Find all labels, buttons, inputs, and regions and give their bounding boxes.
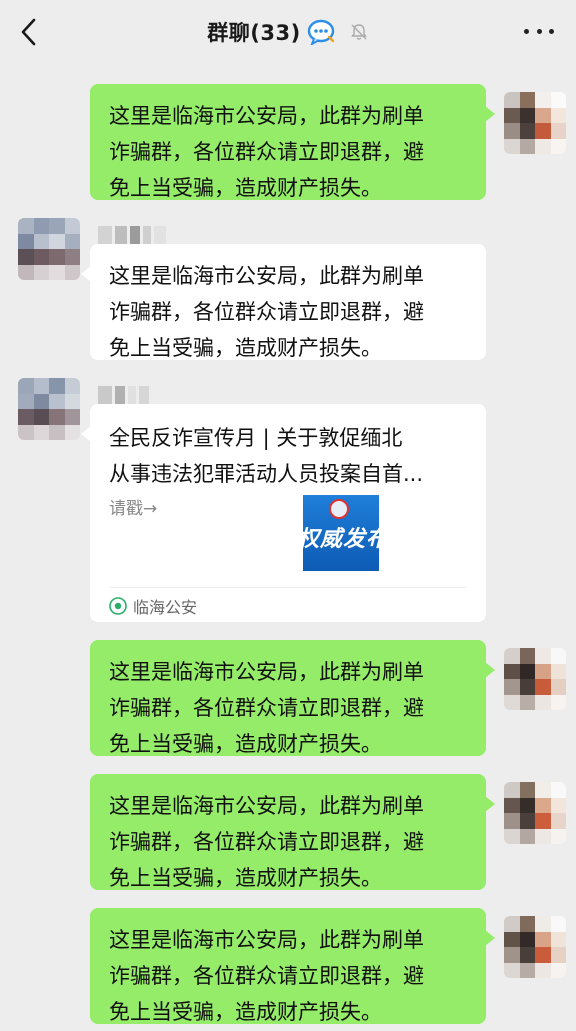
thumbnail-text: 权威发布	[303, 527, 379, 552]
source-name: 临海公安	[133, 598, 198, 617]
bell-muted-icon	[350, 24, 367, 40]
police-badge-icon	[329, 499, 349, 519]
avatar-member[interactable]	[18, 378, 80, 440]
link-card-title: 全民反诈宣传月 | 关于敦促缅北 从事违法犯罪活动人员投案自首...	[109, 420, 479, 492]
message-line: 这里是临海市公安局，此群为刷单	[109, 660, 424, 684]
message-line: 免上当受骗，造成财产损失。	[109, 176, 382, 200]
message-bubble-self[interactable]: 这里是临海市公安局，此群为刷单 诈骗群，各位群众请立即退群，避 免上当受骗，造成…	[90, 908, 495, 1024]
message-line: 这里是临海市公安局，此群为刷单	[109, 264, 424, 288]
card-divider	[109, 587, 467, 588]
member-nickname	[98, 226, 166, 244]
message-line: 这里是临海市公安局，此群为刷单	[109, 794, 424, 818]
link-card-description: 请戳→	[109, 499, 158, 519]
message-bubble-member[interactable]: 这里是临海市公安局，此群为刷单 诈骗群，各位群众请立即退群，避 免上当受骗，造成…	[81, 244, 486, 360]
link-card[interactable]: 全民反诈宣传月 | 关于敦促缅北 从事违法犯罪活动人员投案自首... 请戳→ 临…	[81, 404, 486, 622]
message-line: 诈骗群，各位群众请立即退群，避	[109, 830, 424, 854]
message-line: 免上当受骗，造成财产损失。	[109, 732, 382, 756]
message-line: 诈骗群，各位群众请立即退群，避	[109, 300, 424, 324]
avatar-self[interactable]	[504, 782, 566, 844]
more-dots-icon	[524, 28, 529, 34]
message-line: 免上当受骗，造成财产损失。	[109, 866, 382, 890]
message-line: 免上当受骗，造成财产损失。	[109, 336, 382, 360]
link-card-source: 临海公安	[109, 594, 197, 618]
avatar-self[interactable]	[504, 648, 566, 710]
message-line: 诈骗群，各位群众请立即退群，避	[109, 696, 424, 720]
avatar-member[interactable]	[18, 218, 80, 280]
message-line: 诈骗群，各位群众请立即退群，避	[109, 140, 424, 164]
title-area: 群聊(33)	[0, 17, 576, 47]
avatar-self[interactable]	[504, 916, 566, 978]
link-card-title-line: 从事违法犯罪活动人员投案自首...	[109, 462, 424, 486]
chat-title: 群聊(33)	[207, 21, 301, 45]
message-bubble-self[interactable]: 这里是临海市公安局，此群为刷单 诈骗群，各位群众请立即退群，避 免上当受骗，造成…	[90, 774, 495, 890]
member-nickname	[98, 386, 149, 404]
message-bubble-self[interactable]: 这里是临海市公安局，此群为刷单 诈骗群，各位群众请立即退群，避 免上当受骗，造成…	[90, 640, 495, 756]
official-account-icon	[109, 597, 127, 615]
group-chat-icon	[307, 19, 334, 45]
chat-header: 群聊(33)	[0, 0, 576, 66]
link-card-title-line: 全民反诈宣传月 | 关于敦促缅北	[109, 426, 403, 450]
message-bubble-self[interactable]: 这里是临海市公安局，此群为刷单 诈骗群，各位群众请立即退群，避 免上当受骗，造成…	[90, 84, 495, 200]
more-options-button[interactable]	[524, 20, 554, 42]
message-line: 这里是临海市公安局，此群为刷单	[109, 104, 424, 128]
message-line: 免上当受骗，造成财产损失。	[109, 1000, 382, 1024]
link-card-thumbnail: 权威发布	[303, 495, 379, 571]
message-line: 诈骗群，各位群众请立即退群，避	[109, 964, 424, 988]
message-line: 这里是临海市公安局，此群为刷单	[109, 928, 424, 952]
avatar-self[interactable]	[504, 92, 566, 154]
